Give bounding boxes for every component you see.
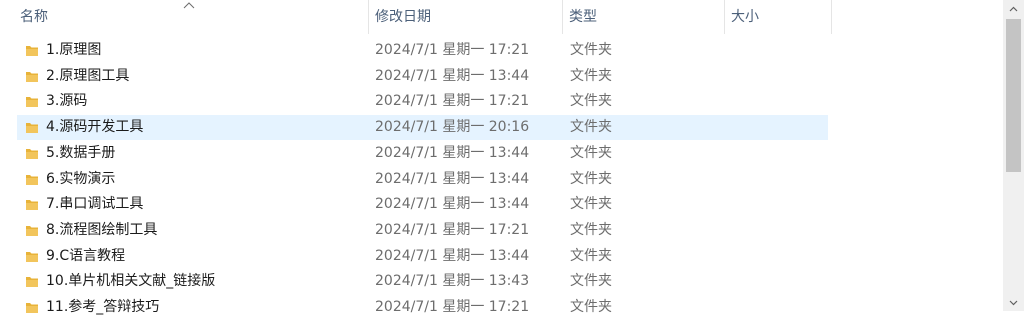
file-row[interactable]: 9.C语言教程 2024/7/1 星期一 13:44 文件夹 (17, 244, 828, 269)
file-name: 2.原理图工具 (46, 68, 130, 84)
column-header-type[interactable]: 类型 (562, 0, 724, 34)
folder-icon (26, 97, 38, 107)
file-row[interactable]: 11.参考_答辩技巧 2024/7/1 星期一 17:21 文件夹 (17, 295, 828, 320)
folder-icon (26, 200, 38, 210)
file-type: 文件夹 (570, 93, 612, 109)
file-modified-date: 2024/7/1 星期一 17:21 (375, 42, 530, 58)
file-type: 文件夹 (570, 196, 612, 212)
chevron-up-icon (1009, 6, 1018, 11)
file-name: 9.C语言教程 (46, 248, 126, 264)
folder-icon (26, 303, 38, 313)
file-name: 8.流程图绘制工具 (46, 222, 158, 238)
scroll-thumb[interactable] (1006, 19, 1021, 172)
column-header-size[interactable]: 大小 (724, 0, 832, 34)
file-type: 文件夹 (570, 68, 612, 84)
column-header-bar: 名称 修改日期 类型 大小 (0, 0, 1000, 34)
file-type: 文件夹 (570, 145, 612, 161)
file-row[interactable]: 4.源码开发工具 2024/7/1 星期一 20:16 文件夹 (17, 115, 828, 140)
file-modified-date: 2024/7/1 星期一 20:16 (375, 119, 530, 135)
file-modified-date: 2024/7/1 星期一 13:44 (375, 248, 530, 264)
file-modified-date: 2024/7/1 星期一 13:44 (375, 68, 530, 84)
folder-icon (26, 175, 38, 185)
folder-icon (26, 123, 38, 133)
file-modified-date: 2024/7/1 星期一 13:43 (375, 273, 530, 289)
file-name: 4.源码开发工具 (46, 119, 144, 135)
file-row[interactable]: 6.实物演示 2024/7/1 星期一 13:44 文件夹 (17, 167, 828, 192)
file-type: 文件夹 (570, 42, 612, 58)
file-type: 文件夹 (570, 119, 612, 135)
file-modified-date: 2024/7/1 星期一 13:44 (375, 196, 530, 212)
folder-icon (26, 72, 38, 82)
file-name: 11.参考_答辩技巧 (46, 299, 160, 315)
file-row[interactable]: 3.源码 2024/7/1 星期一 17:21 文件夹 (17, 89, 828, 114)
folder-icon (26, 277, 38, 287)
column-header-date-label: 修改日期 (375, 9, 431, 25)
file-row[interactable]: 8.流程图绘制工具 2024/7/1 星期一 17:21 文件夹 (17, 218, 828, 243)
file-modified-date: 2024/7/1 星期一 17:21 (375, 222, 530, 238)
file-name: 7.串口调试工具 (46, 196, 144, 212)
column-header-name-label: 名称 (20, 9, 48, 25)
column-header-size-label: 大小 (731, 9, 759, 25)
chevron-down-icon (1009, 300, 1018, 305)
folder-icon (26, 252, 38, 262)
sort-ascending-icon (183, 2, 195, 9)
file-name: 6.实物演示 (46, 171, 116, 187)
file-type: 文件夹 (570, 171, 612, 187)
file-row[interactable]: 7.串口调试工具 2024/7/1 星期一 13:44 文件夹 (17, 192, 828, 217)
file-type: 文件夹 (570, 273, 612, 289)
scroll-down-button[interactable] (1003, 294, 1024, 311)
vertical-scrollbar[interactable] (1003, 0, 1024, 311)
column-header-type-label: 类型 (569, 9, 597, 25)
file-modified-date: 2024/7/1 星期一 17:21 (375, 299, 530, 315)
file-modified-date: 2024/7/1 星期一 13:44 (375, 145, 530, 161)
file-row[interactable]: 5.数据手册 2024/7/1 星期一 13:44 文件夹 (17, 141, 828, 166)
file-type: 文件夹 (570, 248, 612, 264)
file-name: 3.源码 (46, 93, 88, 109)
file-name: 10.单片机相关文献_链接版 (46, 273, 216, 289)
file-type: 文件夹 (570, 222, 612, 238)
file-name: 5.数据手册 (46, 145, 116, 161)
folder-icon (26, 226, 38, 236)
file-modified-date: 2024/7/1 星期一 17:21 (375, 93, 530, 109)
folder-icon (26, 46, 38, 56)
file-row[interactable]: 10.单片机相关文献_链接版 2024/7/1 星期一 13:43 文件夹 (17, 269, 828, 294)
scroll-up-button[interactable] (1003, 0, 1024, 17)
file-row[interactable]: 2.原理图工具 2024/7/1 星期一 13:44 文件夹 (17, 64, 828, 89)
file-row[interactable]: 1.原理图 2024/7/1 星期一 17:21 文件夹 (17, 38, 828, 63)
column-header-date[interactable]: 修改日期 (368, 0, 562, 34)
file-modified-date: 2024/7/1 星期一 13:44 (375, 171, 530, 187)
file-type: 文件夹 (570, 299, 612, 315)
folder-icon (26, 149, 38, 159)
file-name: 1.原理图 (46, 42, 102, 58)
